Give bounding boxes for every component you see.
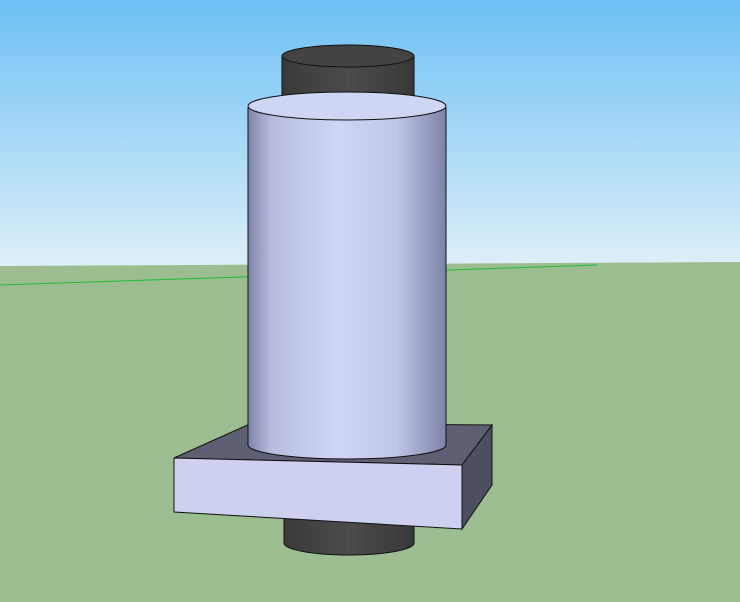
main-cylinder[interactable] (247, 91, 447, 460)
3d-viewport[interactable] (0, 0, 740, 602)
main-cylinder-body (247, 107, 447, 460)
scene-canvas[interactable] (0, 0, 740, 602)
main-cylinder-top-face (247, 91, 447, 121)
